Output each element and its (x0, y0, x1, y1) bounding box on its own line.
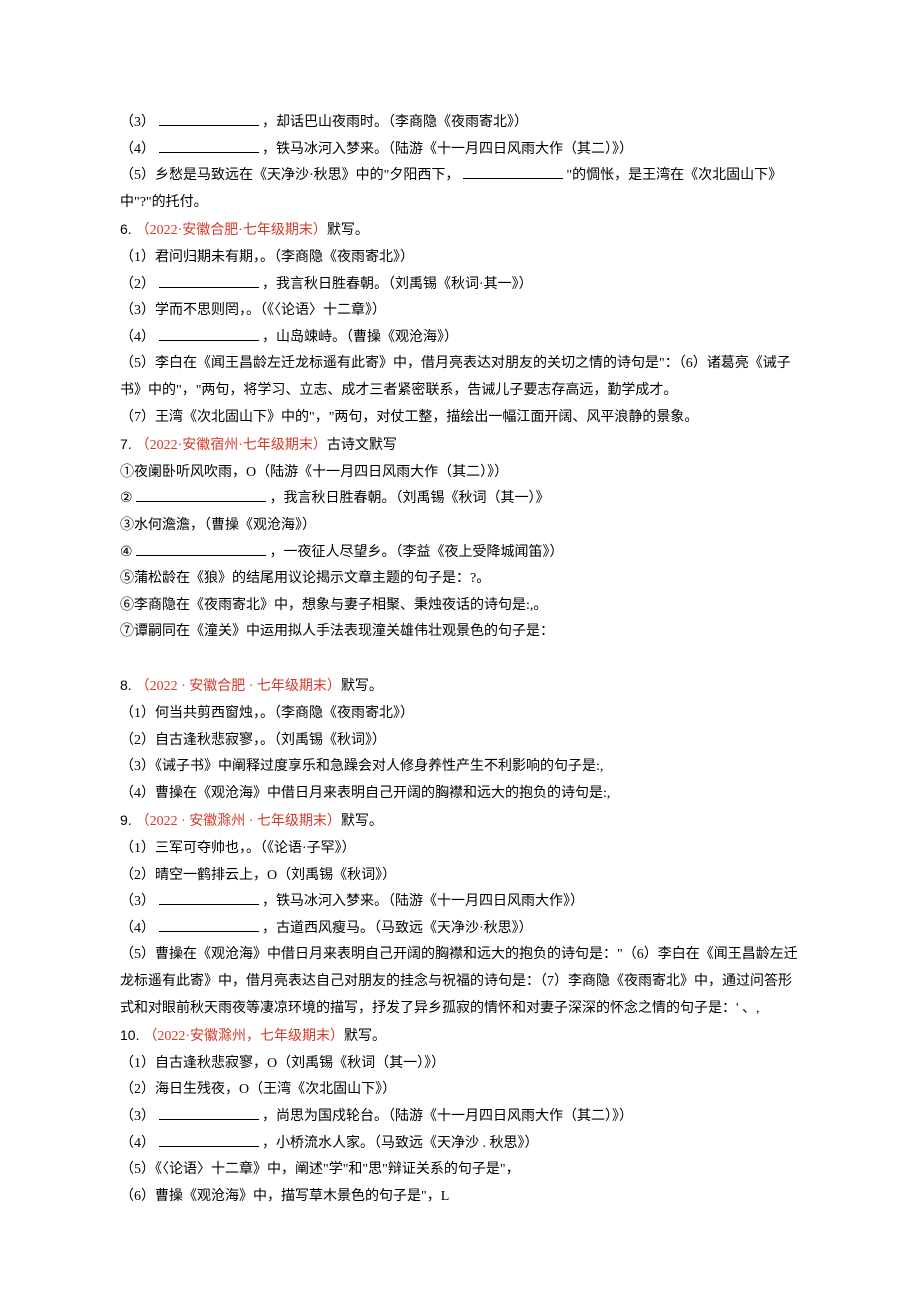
question-title: 默写。 (344, 1029, 386, 1044)
q6-line1: （1）君问归期未有期，。（李商隐《夜雨寄北》） (120, 245, 800, 272)
text: ，铁马冰河入梦来。（陆游《十一月四日风雨大作》） (262, 894, 584, 909)
q6-line5: （5）李白在《闻王昌龄左迁龙标遥有此寄》中，借月亮表达对朋友的关切之情的诗句是"… (120, 351, 800, 404)
text: ，我言秋日胜春朝。（刘禹锡《秋词（其一）》 (270, 491, 550, 506)
q9-header: 9. （2022 · 安徽滁州 · 七年级期末）默写。 (120, 807, 800, 836)
text: ，尚思为国戍轮台。（陆游《十一月四日风雨大作（其二）》） (262, 1109, 633, 1124)
question-title: 默写。 (341, 814, 383, 829)
q9-line2: （2）晴空一鹤排云上，O（刘禹锡《秋词》） (120, 863, 800, 890)
q6-line3: （3）学而不思则罔，。（《〈论语〉十二章》） (120, 298, 800, 325)
q10-line4: （4） ，小桥流水人家。（马致远《天净沙 . 秋思》） (120, 1131, 800, 1158)
q7-line6: ⑥李商隐在《夜雨寄北》中，想象与妻子相聚、秉烛夜话的诗句是:,。 (120, 593, 800, 620)
q6-header: 6. （2022·安徽合肥·七年级期末）默写。 (120, 216, 800, 245)
q8-line3: （3）《诫子书》中阐释过度享乐和急躁会对人修身养性产生不利影响的句子是:, (120, 754, 800, 781)
q10-line3: （3） ，尚思为国戍轮台。（陆游《十一月四日风雨大作（其二）》） (120, 1104, 800, 1131)
q7-header: 7. （2022·安徽宿州·七年级期末）古诗文默写 (120, 431, 800, 460)
q5-line3: （3） ，却话巴山夜雨时。（李商隐《夜雨寄北》） (120, 110, 800, 137)
q5-line4: （4） ，铁马冰河入梦来。（陆游《十一月四日风雨大作（其二）》） (120, 137, 800, 164)
question-number: 6. (120, 221, 136, 237)
q8-line2: （2）自古逢秋悲寂寥，。（刘禹锡《秋词》） (120, 728, 800, 755)
text: （4） (120, 1136, 155, 1151)
question-source: （2022·安徽宿州·七年级期末） (136, 438, 327, 453)
q6-line7: （7）王湾《次北固山下》中的"，"两句，对仗工整，描绘出一幅江面开阔、风平浪静的… (120, 405, 800, 432)
q6-line2: （2） ，我言秋日胜春朝。（刘禹锡《秋词·其一》） (120, 272, 800, 299)
question-source: （2022·安徽合肥·七年级期末） (136, 223, 327, 238)
q5-line5: （5）乡愁是马致远在《天净沙·秋思》中的"夕阳西下， "的惆怅，是王湾在《次北固… (120, 163, 800, 216)
text: ，铁马冰河入梦来。（陆游《十一月四日风雨大作（其二）》） (262, 142, 633, 157)
q10-line6: （6）曹操《观沧海》中，描写草木景色的句子是"，L (120, 1184, 800, 1211)
question-source: （2022 · 安徽合肥 · 七年级期末） (136, 679, 341, 694)
blank (159, 1105, 259, 1120)
text: ，却话巴山夜雨时。（李商隐《夜雨寄北》） (262, 115, 528, 130)
q10-line5: （5）《〈论语〉十二章》中，阐述"学"和"思"辩证关系的句子是"， (120, 1157, 800, 1184)
q10-line1: （1）自古逢秋悲寂寥，O（刘禹锡《秋词（其一）》） (120, 1051, 800, 1078)
q9-line4: （4） ，古道西风瘦马。（马致远《天净沙·秋思》） (120, 916, 800, 943)
blank (463, 164, 563, 179)
question-title: 默写。 (327, 223, 369, 238)
q7-line3: ③水何澹澹，（曹操《观沧海》） (120, 513, 800, 540)
blank (136, 487, 266, 502)
text: （4） (120, 142, 155, 157)
q9-line1: （1）三军可夺帅也，。（《论语·子罕》） (120, 836, 800, 863)
text: ，古道西风瘦马。（马致远《天净沙·秋思》） (262, 921, 533, 936)
blank (159, 273, 259, 288)
q7-line1: ①夜阑卧听风吹雨，O（陆游《十一月四日风雨大作（其二）》） (120, 460, 800, 487)
blank (159, 138, 259, 153)
text: ② (120, 491, 133, 506)
text: （3） (120, 115, 155, 130)
text: ，我言秋日胜春朝。（刘禹锡《秋词·其一》） (262, 277, 533, 292)
question-title: 默写。 (341, 679, 383, 694)
q8-header: 8. （2022 · 安徽合肥 · 七年级期末）默写。 (120, 672, 800, 701)
blank (159, 890, 259, 905)
question-number: 7. (120, 436, 136, 452)
q7-line5: ⑤蒲松龄在《狼》的结尾用议论揭示文章主题的句子是：?。 (120, 566, 800, 593)
text: ，小桥流水人家。（马致远《天净沙 . 秋思》） (262, 1136, 539, 1151)
text: ，一夜征人尽望乡。（李益《夜上受降城闻笛》） (270, 545, 564, 560)
q8-line1: （1）何当共剪西窗烛，。（李商隐《夜雨寄北》） (120, 701, 800, 728)
document-page: （3） ，却话巴山夜雨时。（李商隐《夜雨寄北》） （4） ，铁马冰河入梦来。（陆… (0, 0, 920, 1301)
blank (159, 1132, 259, 1147)
text: （5）乡愁是马致远在《天净沙·秋思》中的"夕阳西下， (120, 168, 459, 183)
q8-line4: （4）曹操在《观沧海》中借日月来表明自己开阔的胸襟和远大的抱负的诗句是:, (120, 781, 800, 808)
text: ，山岛竦峙。（曹操《观沧海》） (262, 330, 458, 345)
q10-header: 10. （2022·安徽滁州，七年级期末）默写。 (120, 1022, 800, 1051)
q6-line4: （4） ，山岛竦峙。（曹操《观沧海》） (120, 325, 800, 352)
text: （4） (120, 330, 155, 345)
q7-line7: ⑦谭嗣同在《潼关》中运用拟人手法表现潼关雄伟壮观景色的句子是： (120, 619, 800, 646)
text: ④ (120, 545, 133, 560)
q7-line4: ④ ，一夜征人尽望乡。（李益《夜上受降城闻笛》） (120, 540, 800, 567)
q9-line3: （3） ，铁马冰河入梦来。（陆游《十一月四日风雨大作》） (120, 889, 800, 916)
blank (159, 111, 259, 126)
text: （2） (120, 277, 155, 292)
blank (159, 326, 259, 341)
text: （3） (120, 894, 155, 909)
spacer (120, 646, 800, 673)
question-number: 8. (120, 677, 136, 693)
text: （4） (120, 921, 155, 936)
question-source: （2022 · 安徽滁州 · 七年级期末） (136, 814, 341, 829)
text: （3） (120, 1109, 155, 1124)
q7-line2: ② ，我言秋日胜春朝。（刘禹锡《秋词（其一）》 (120, 486, 800, 513)
question-number: 9. (120, 812, 136, 828)
q9-line5: （5）曹操在《观沧海》中借日月来表明自己开阔的胸襟和远大的抱负的诗句是："（6）… (120, 942, 800, 1022)
question-source: （2022·安徽滁州，七年级期末） (143, 1029, 344, 1044)
blank (159, 917, 259, 932)
question-title: 古诗文默写 (327, 438, 397, 453)
blank (136, 541, 266, 556)
q10-line2: （2）海日生残夜，O（王湾《次北固山下》） (120, 1077, 800, 1104)
question-number: 10. (120, 1027, 143, 1043)
